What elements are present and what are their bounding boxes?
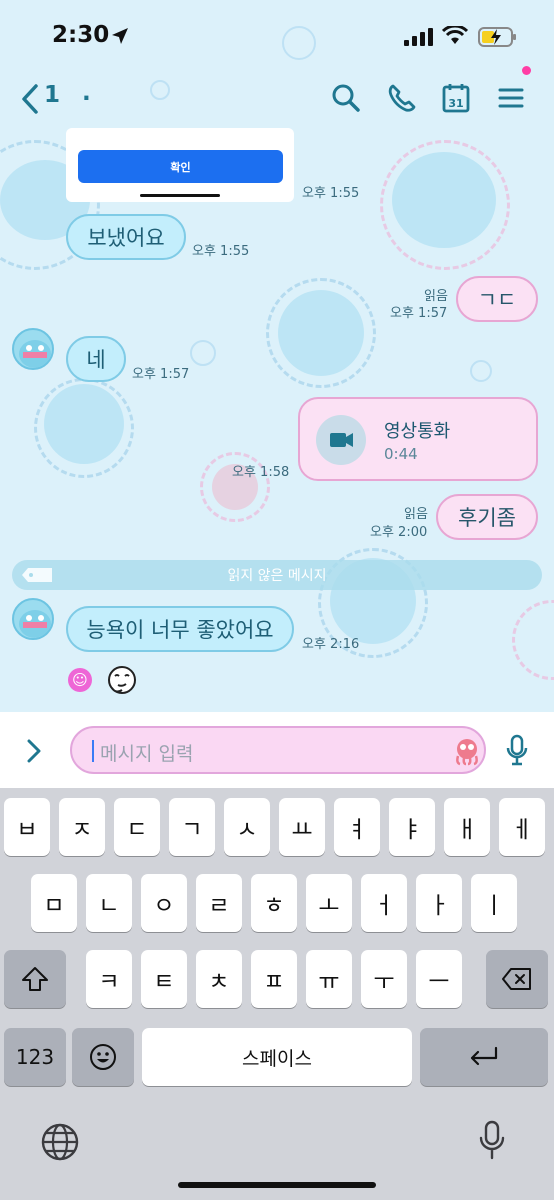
space-key[interactable]: 스페이스 [142,1028,412,1086]
cellular-signal-icon [404,28,433,46]
chat-room-name[interactable]: . [82,80,91,106]
confirm-button[interactable]: 확인 [78,150,283,183]
popup-handle [140,194,220,197]
menu-icon[interactable] [496,82,528,114]
key-row1[interactable]: ㅈ [59,798,105,856]
message-time: 오후 1:57 [132,367,190,382]
message-input-bar: 메시지 입력 [0,712,554,788]
confirm-popup: 확인 [66,128,294,202]
text-cursor [92,740,94,762]
shift-icon [22,967,48,991]
background-character [278,290,364,376]
video-camera-icon [330,433,353,447]
background-character [392,152,496,248]
key-row2[interactable]: ㄹ [196,874,242,932]
key-row3[interactable]: ㅍ [251,950,297,1008]
incoming-message-bubble[interactable]: 능욕이 너무 좋았어요 [66,606,294,652]
background-character [44,384,124,464]
sticker-icon[interactable] [452,736,482,766]
message-input-placeholder: 메시지 입력 [100,743,194,765]
phone-icon[interactable] [386,82,418,114]
message-time: 오후 2:16 [302,637,360,652]
video-call-icon-wrap [316,415,366,465]
read-receipt: 읽음 [404,507,428,522]
video-call-title: 영상통화 [384,421,451,442]
message-time: 오후 1:55 [192,244,250,259]
microphone-icon[interactable] [506,734,528,766]
key-row2[interactable]: ㅁ [31,874,77,932]
key-row3[interactable]: ㅋ [86,950,132,1008]
key-row1[interactable]: ㅐ [444,798,490,856]
key-row1[interactable]: ㅂ [4,798,50,856]
numbers-key[interactable]: 123 [4,1028,66,1086]
notification-dot [522,66,531,75]
wifi-icon [442,26,468,44]
key-row2[interactable]: ㅎ [251,874,297,932]
home-indicator [178,1182,376,1188]
search-icon[interactable] [330,82,362,114]
backspace-key[interactable] [486,950,548,1008]
key-row2[interactable]: ㅇ [141,874,187,932]
message-time: 오후 2:00 [370,525,428,540]
reaction-add-icon[interactable]: ☺ [68,668,92,692]
status-time: 2:30 [52,22,110,48]
chat-header: 1 . 31 [0,76,554,122]
incoming-message-bubble[interactable]: 네 [66,336,126,382]
dictation-microphone-icon[interactable] [478,1120,506,1162]
key-row1[interactable]: ㅕ [334,798,380,856]
key-row2[interactable]: ㅗ [306,874,352,932]
thinking-face-emoji-icon[interactable] [106,664,138,696]
key-row3[interactable]: ㅌ [141,950,187,1008]
outgoing-message-bubble[interactable]: ㄱㄷ [456,276,538,322]
korean-keyboard: ㅂ ㅈ ㄷ ㄱ ㅅ ㅛ ㅕ ㅑ ㅐ ㅔ ㅁ ㄴ ㅇ ㄹ ㅎ ㅗ ㅓ ㅏ ㅣ ㅋ … [0,788,554,1200]
shift-key[interactable] [4,950,66,1008]
calendar-day: 31 [448,97,463,110]
emoji-key[interactable] [72,1028,134,1086]
key-row3[interactable]: ㅠ [306,950,352,1008]
key-row1[interactable]: ㅔ [499,798,545,856]
key-row1[interactable]: ㄱ [169,798,215,856]
return-key[interactable] [420,1028,548,1086]
key-row3[interactable]: ㅜ [361,950,407,1008]
backspace-icon [502,968,531,990]
avatar[interactable] [12,598,54,640]
battery-charging-icon [478,27,516,47]
key-row1[interactable]: ㄷ [114,798,160,856]
globe-icon[interactable] [40,1122,80,1162]
calendar-icon[interactable]: 31 [440,82,472,114]
location-arrow-icon [112,28,128,44]
background-bubble [470,360,492,382]
message-time: 오후 1:57 [390,306,448,321]
key-row2[interactable]: ㅏ [416,874,462,932]
status-bar: 2:30 [0,0,554,70]
unread-count[interactable]: 1 [44,82,60,108]
key-row2[interactable]: ㅓ [361,874,407,932]
outgoing-message-bubble[interactable]: 후기좀 [436,494,538,540]
back-icon[interactable] [18,82,42,116]
return-icon [470,1046,498,1066]
video-call-duration: 0:44 [384,445,418,463]
unread-divider-label: 읽지 않은 메시지 [227,568,327,584]
key-row2[interactable]: ㄴ [86,874,132,932]
message-time: 오후 1:58 [232,465,290,480]
unread-divider: 읽지 않은 메시지 [12,560,542,590]
key-row1[interactable]: ㅛ [279,798,325,856]
message-input[interactable]: 메시지 입력 [70,726,486,774]
expand-chevron-icon[interactable] [24,738,44,764]
background-bubble [190,340,216,366]
key-row1[interactable]: ㅑ [389,798,435,856]
key-row3[interactable]: ㅡ [416,950,462,1008]
message-time: 오후 1:55 [302,186,360,201]
key-row1[interactable]: ㅅ [224,798,270,856]
emoji-icon [90,1044,116,1070]
background-ring [512,600,554,680]
avatar[interactable] [12,328,54,370]
key-row3[interactable]: ㅊ [196,950,242,1008]
key-row2[interactable]: ㅣ [471,874,517,932]
incoming-message-bubble[interactable]: 보냈어요 [66,214,186,260]
video-call-bubble[interactable]: 영상통화 0:44 [298,397,538,481]
